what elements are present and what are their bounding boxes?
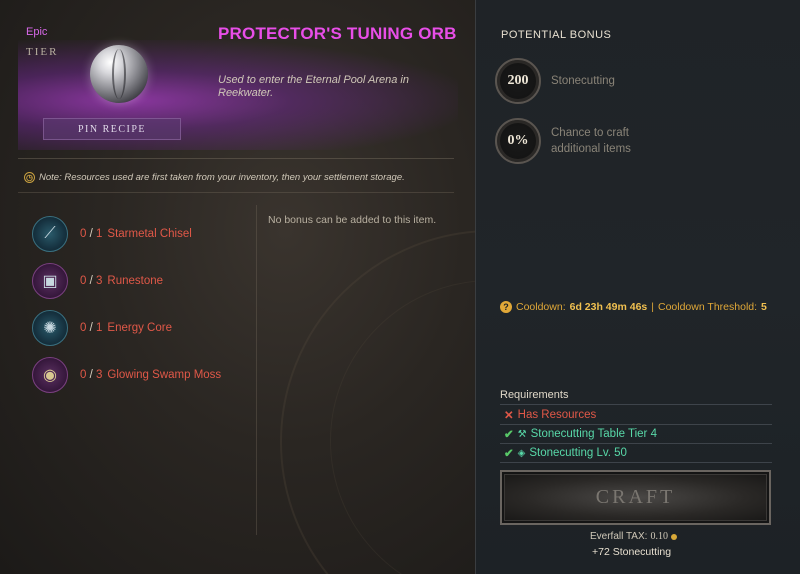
requirement-resources: ✕ Has Resources [504,409,597,422]
resource-name: Glowing Swamp Moss [107,368,222,381]
skill-label: Stonecutting [551,75,615,87]
stonecutting-icon: ◈ [517,447,526,459]
resource-count: 0 / 3 [80,274,103,287]
cooldown-threshold: 5 [761,301,767,313]
potential-bonus-title: POTENTIAL BONUS [501,29,612,41]
tuning-orb-icon [90,45,148,103]
resource-list: ⟋ 0 / 1 Starmetal Chisel ▣ 0 / 3 Runesto… [32,210,221,398]
resource-name: Runestone [107,274,164,287]
question-icon[interactable]: ? [500,301,512,313]
skill-level-badge: 200 [495,58,541,104]
energy-core-icon: ✺ [32,309,68,346]
cross-icon: ✕ [504,410,514,422]
crafting-table-icon: ⚒ [517,428,527,440]
resource-count: 0 / 1 [80,321,103,334]
chance-bonus-row: 0% Chance to craft additional items [495,118,631,164]
divider [18,192,454,193]
tax-info: Everfall TAX: 0.10 [590,531,677,542]
resource-item[interactable]: ✺ 0 / 1 Energy Core [32,304,221,351]
check-icon: ✔ [504,429,514,441]
resource-note: ◷ Note: Resources used are first taken f… [24,172,405,183]
resource-name: Starmetal Chisel [107,227,192,240]
craft-button-label: CRAFT [504,474,767,521]
tier-label: TIER [26,46,59,58]
tax-value: 0.10 [650,531,668,542]
divider [500,443,772,444]
pin-recipe-button[interactable]: PIN RECIPE [43,118,181,140]
divider [18,158,454,159]
requirement-level: ✔ ◈ Stonecutting Lv. 50 [504,447,627,460]
check-icon: ✔ [504,448,514,460]
cooldown-info: ? Cooldown: 6d 23h 49m 46s | Cooldown Th… [500,301,767,313]
item-description: Used to enter the Eternal Pool Arena in … [218,74,409,99]
chisel-icon: ⟋ [32,215,68,252]
divider [500,404,772,405]
runestone-icon: ▣ [32,262,68,299]
requirements-title: Requirements [500,389,569,401]
resource-item[interactable]: ◉ 0 / 3 Glowing Swamp Moss [32,351,221,398]
moss-icon: ◉ [32,356,68,393]
skill-bonus-row: 200 Stonecutting [495,58,615,104]
coin-icon [670,533,677,540]
divider [500,424,772,425]
xp-reward: +72 Stonecutting [592,546,672,558]
craft-button[interactable]: CRAFT [500,470,771,525]
no-bonus-text: No bonus can be added to this item. [268,214,437,226]
chance-label: Chance to craft additional items [551,127,631,155]
note-text: Note: Resources used are first taken fro… [39,172,405,183]
divider [500,462,772,463]
resource-item[interactable]: ⟋ 0 / 1 Starmetal Chisel [32,210,221,257]
requirement-station: ✔ ⚒ Stonecutting Table Tier 4 [504,428,657,441]
clock-icon: ◷ [24,172,35,183]
item-title: PROTECTOR'S TUNING ORB [218,24,457,43]
chance-badge: 0% [495,118,541,164]
resource-name: Energy Core [107,321,172,334]
column-divider [256,205,257,535]
resource-count: 0 / 1 [80,227,103,240]
rarity-label: Epic [26,26,48,38]
resource-count: 0 / 3 [80,368,103,381]
cooldown-value: 6d 23h 49m 46s [569,301,648,313]
resource-item[interactable]: ▣ 0 / 3 Runestone [32,257,221,304]
